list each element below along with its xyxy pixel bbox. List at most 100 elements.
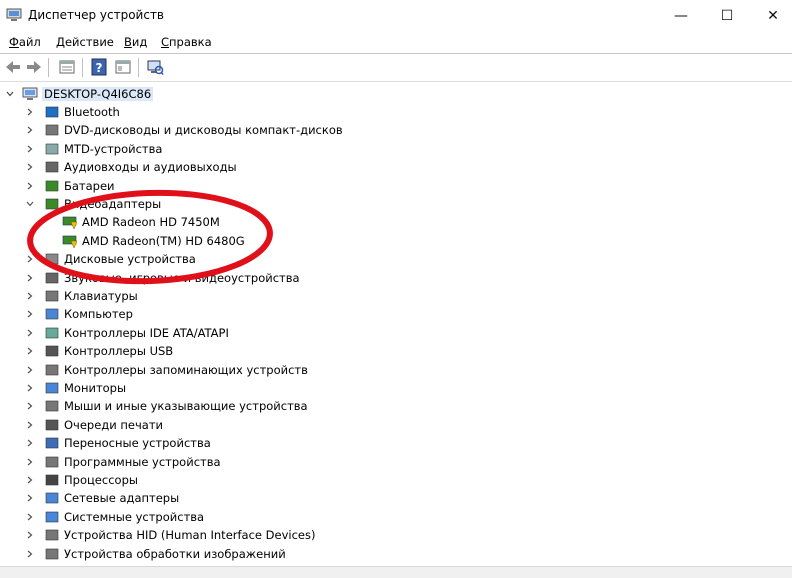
chevron-down-icon[interactable] — [26, 200, 34, 208]
chevron-right-icon[interactable] — [26, 163, 34, 171]
tree-device-label: AMD Radeon(TM) HD 6480G — [82, 234, 245, 248]
tree-category[interactable]: Дисковые устройства — [26, 250, 196, 268]
usb-icon — [45, 345, 59, 357]
tree-root[interactable]: DESKTOP-Q4I6C86 — [6, 85, 154, 103]
tree-category-label: Мыши и иные указывающие устройства — [64, 399, 308, 413]
chevron-right-icon[interactable] — [26, 310, 34, 318]
tree-category-label: Системные устройства — [64, 510, 205, 524]
chevron-right-icon[interactable] — [26, 494, 34, 502]
tree-category-label: Устройства HID (Human Interface Devices) — [64, 528, 316, 542]
tree-category-label: Контроллеры запоминающих устройств — [64, 363, 308, 377]
tree-category[interactable]: Звуковые, игровые и видеоустройства — [26, 269, 300, 287]
maximize-icon: ☐ — [720, 7, 734, 24]
tree-category-label: MTD-устройства — [64, 142, 163, 156]
minimize-icon: — — [674, 7, 688, 24]
chevron-right-icon[interactable] — [26, 402, 34, 410]
software-device-icon — [45, 456, 59, 468]
chevron-down-icon[interactable] — [6, 90, 14, 98]
toolbar-separator — [48, 58, 49, 77]
chevron-right-icon[interactable] — [26, 384, 34, 392]
tree-category-label: Звуковые, игровые и видеоустройства — [64, 271, 300, 285]
tree-category[interactable]: Bluetooth — [26, 103, 120, 121]
scan-hardware-icon[interactable] — [146, 58, 164, 76]
sound-icon — [45, 272, 59, 284]
disk-drive-icon — [45, 253, 59, 265]
view-icon[interactable] — [114, 58, 132, 76]
tree-category[interactable]: Клавиатуры — [26, 287, 138, 305]
tree-category[interactable]: Переносные устройства — [26, 434, 211, 452]
printer-icon — [45, 419, 59, 431]
chevron-right-icon[interactable] — [26, 292, 34, 300]
mtd-device-icon — [45, 143, 59, 155]
chevron-right-icon[interactable] — [26, 476, 34, 484]
help-icon[interactable]: ? — [90, 58, 108, 76]
computer-root-icon — [22, 87, 38, 100]
tree-category[interactable]: DVD-дисководы и дисководы компакт-дисков — [26, 121, 343, 139]
chevron-right-icon[interactable] — [26, 274, 34, 282]
status-bar — [0, 566, 792, 578]
device-manager-icon — [6, 8, 22, 21]
title-bar: Диспетчер устройств — ☐ ✕ — [0, 0, 792, 31]
tree-category-label: Компьютер — [64, 307, 133, 321]
chevron-right-icon[interactable] — [26, 126, 34, 134]
tree-category-label: Видеоадаптеры — [64, 197, 162, 211]
chevron-right-icon[interactable] — [26, 550, 34, 558]
menu-view[interactable]: Вид — [124, 35, 147, 49]
system-device-icon — [45, 511, 59, 523]
tree-category[interactable]: Устройства HID (Human Interface Devices) — [26, 526, 315, 544]
tree-category[interactable]: Видеоадаптеры — [26, 195, 161, 213]
tree-category[interactable]: Мониторы — [26, 379, 126, 397]
tree-category[interactable]: Мыши и иные указывающие устройства — [26, 397, 308, 415]
menu-action[interactable]: Действие — [56, 35, 114, 49]
chevron-right-icon[interactable] — [26, 421, 34, 429]
chevron-right-icon[interactable] — [26, 108, 34, 116]
network-adapter-icon — [45, 492, 59, 504]
menu-help[interactable]: Справка — [161, 35, 212, 49]
window-title: Диспетчер устройств — [28, 8, 165, 22]
tree-category-label: Процессоры — [64, 473, 138, 487]
display-adapter-warning-icon — [62, 216, 78, 230]
display-adapter-warning-icon — [62, 235, 78, 249]
tree-category[interactable]: Сетевые адаптеры — [26, 489, 179, 507]
chevron-right-icon[interactable] — [26, 513, 34, 521]
close-button[interactable]: ✕ — [750, 0, 792, 31]
chevron-right-icon[interactable] — [26, 531, 34, 539]
chevron-right-icon[interactable] — [26, 145, 34, 153]
tree-category[interactable]: Очереди печати — [26, 416, 163, 434]
properties-icon[interactable] — [58, 58, 76, 76]
speaker-icon — [45, 161, 59, 173]
chevron-right-icon[interactable] — [26, 255, 34, 263]
tree-category[interactable]: MTD-устройства — [26, 140, 162, 158]
chevron-right-icon[interactable] — [26, 329, 34, 337]
tree-category-label: Программные устройства — [64, 455, 221, 469]
tree-category[interactable]: Контроллеры IDE ATA/ATAPI — [26, 324, 229, 342]
chevron-right-icon[interactable] — [26, 366, 34, 374]
imaging-device-icon — [45, 548, 59, 560]
tree-category-label: DVD-дисководы и дисководы компакт-дисков — [64, 123, 343, 137]
chevron-right-icon[interactable] — [26, 347, 34, 355]
tree-category[interactable]: Контроллеры USB — [26, 342, 173, 360]
menu-file[interactable]: Файл — [9, 35, 41, 49]
chevron-right-icon[interactable] — [26, 439, 34, 447]
maximize-button[interactable]: ☐ — [704, 0, 750, 31]
tree-category[interactable]: Устройства обработки изображений — [26, 545, 286, 563]
tree-category-label: Сетевые адаптеры — [64, 491, 180, 505]
tree-category[interactable]: Аудиовходы и аудиовыходы — [26, 158, 237, 176]
tree-category[interactable]: Контроллеры запоминающих устройств — [26, 361, 308, 379]
tree-device-item[interactable]: AMD Radeon(TM) HD 6480G — [62, 232, 245, 250]
tree-category[interactable]: Системные устройства — [26, 508, 204, 526]
back-arrow-icon[interactable] — [4, 58, 22, 76]
computer-icon — [45, 308, 59, 320]
tree-category-label: Устройства обработки изображений — [64, 547, 286, 561]
chevron-right-icon[interactable] — [26, 458, 34, 466]
tree-category-label: Мониторы — [64, 381, 127, 395]
tree-category[interactable]: Батареи — [26, 177, 115, 195]
minimize-button[interactable]: — — [658, 0, 704, 31]
chevron-right-icon[interactable] — [26, 182, 34, 190]
forward-arrow-icon[interactable] — [25, 58, 43, 76]
tree-device-item[interactable]: AMD Radeon HD 7450M — [62, 213, 220, 231]
tree-category[interactable]: Процессоры — [26, 471, 138, 489]
ide-controller-icon — [45, 327, 59, 339]
tree-category[interactable]: Программные устройства — [26, 453, 221, 471]
tree-category[interactable]: Компьютер — [26, 305, 133, 323]
